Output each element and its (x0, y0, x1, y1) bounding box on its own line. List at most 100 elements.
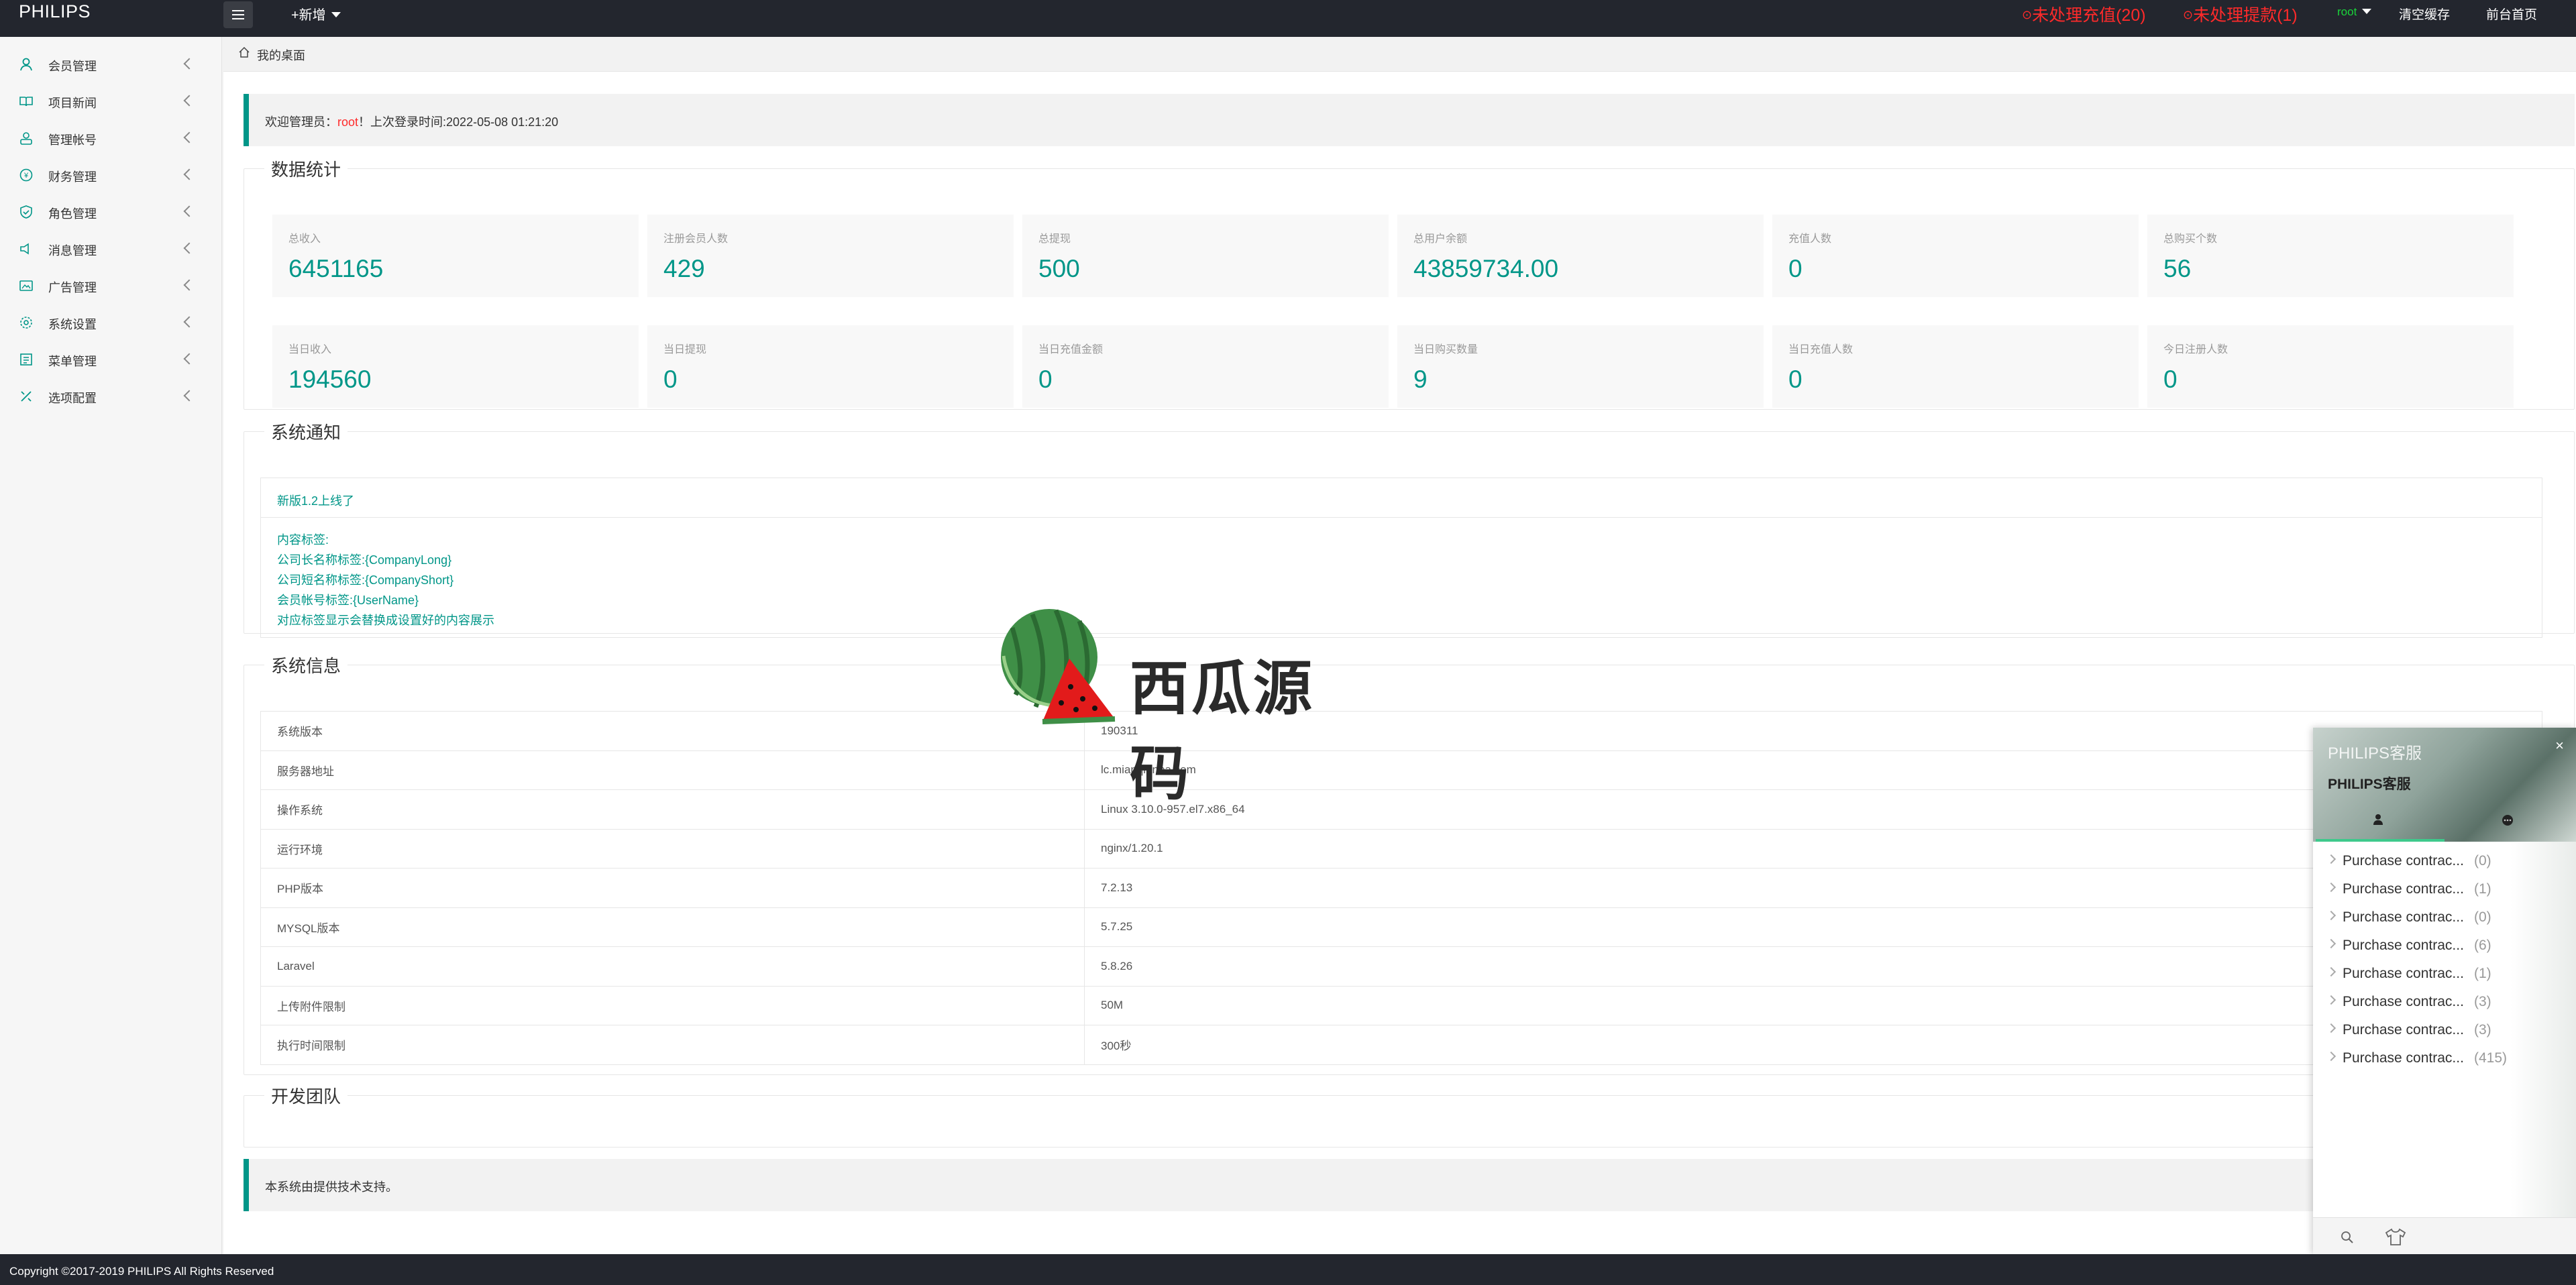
sidebar-item-admin[interactable]: 管理帐号 (0, 120, 222, 156)
sidebar-item-news[interactable]: 项目新闻 (0, 83, 222, 119)
stat-label: 当日收入 (288, 344, 332, 355)
stat-value: 43859734.00 (1413, 255, 1559, 282)
option-icon (21, 391, 32, 402)
sysinfo-key: 上传附件限制 (260, 985, 1085, 1025)
breadcrumb-label[interactable]: 我的桌面 (257, 46, 305, 64)
sidebar-item-finance[interactable]: ¥ 财务管理 (0, 157, 222, 193)
stat-label: 总购买个数 (2163, 233, 2218, 245)
chevron-right-icon (2326, 910, 2337, 921)
alert-icon: ⊙ (2183, 8, 2194, 21)
notice-line: 对应标签显示会替换成设置好的内容展示 (277, 614, 494, 627)
stat-label: 当日购买数量 (1413, 344, 1479, 355)
user-dropdown[interactable]: root (2337, 5, 2372, 19)
frontend-home-link[interactable]: 前台首页 (2486, 5, 2537, 23)
table-row: 服务器地址 lc.mianqianba.com (260, 750, 2542, 790)
notice-headline[interactable]: 新版1.2上线了 (277, 492, 354, 509)
sidebar-item-label: 管理帐号 (48, 133, 97, 147)
contact-count: (3) (2474, 1022, 2491, 1038)
list-item[interactable]: Purchase contrac... (6) (2313, 930, 2576, 958)
menu-toggle-button[interactable] (223, 1, 253, 28)
welcome-prefix: 欢迎管理员： (265, 115, 337, 129)
book-icon (19, 97, 33, 107)
contact-count: (0) (2474, 853, 2491, 869)
chevron-left-icon (183, 242, 195, 254)
list-item[interactable]: Purchase contrac... (3) (2313, 986, 2576, 1014)
sysinfo-title: 系统信息 (271, 656, 341, 676)
table-row: 系统版本 190311 (260, 711, 2542, 751)
sidebar-item-ad[interactable]: 广告管理 (0, 268, 222, 304)
stat-card: 当日购买数量 9 (1397, 325, 1764, 408)
list-item[interactable]: Purchase contrac... (0) (2313, 901, 2576, 930)
add-new-dropdown[interactable]: +新增 (291, 4, 341, 23)
contact-name: Purchase contrac... (2343, 994, 2464, 1009)
stat-card: 总购买个数 56 (2147, 215, 2514, 297)
sysinfo-key: 操作系统 (260, 789, 1085, 830)
stat-value: 0 (1788, 366, 1803, 393)
chevron-left-icon (183, 168, 195, 180)
list-item[interactable]: Purchase contrac... (1) (2313, 958, 2576, 986)
sidebar-item-settings[interactable]: 系统设置 (0, 304, 222, 341)
stat-value: 0 (663, 366, 678, 393)
pending-recharge-link[interactable]: ⊙未处理充值(20) (2022, 2, 2146, 26)
stat-value: 0 (2163, 366, 2178, 393)
list-item[interactable]: Purchase contrac... (0) (2313, 845, 2576, 873)
sysinfo-panel: 系统信息 系统版本 190311 服务器地址 lc.mianqianba.com 操… (244, 653, 2575, 1075)
caret-down-icon (2362, 9, 2372, 14)
footer: Copyright ©2017-2019 PHILIPS All Rights … (0, 1254, 2576, 1285)
sidebar-item-member[interactable]: 会员管理 (0, 46, 222, 82)
sidebar-item-role[interactable]: 角色管理 (0, 194, 222, 230)
search-icon[interactable] (2340, 1230, 2355, 1245)
table-row: 操作系统 Linux 3.10.0-957.el7.x86_64 (260, 789, 2542, 830)
pending-withdraw-link[interactable]: ⊙未处理提款(1) (2183, 2, 2298, 26)
stats-panel: 数据统计 总收入 6451165 注册会员人数 429 总提现 500 总用户余额 43… (244, 156, 2575, 410)
welcome-text: 欢迎管理员：root！上次登录时间:2022-05-08 01:21:20 (265, 113, 558, 130)
sysinfo-key: 系统版本 (260, 711, 1085, 751)
sidebar-item-message[interactable]: 消息管理 (0, 231, 222, 267)
sidebar-item-options[interactable]: 选项配置 (0, 378, 222, 414)
copyright-text: Copyright ©2017-2019 PHILIPS All Rights … (9, 1265, 274, 1278)
contacts-tab-icon[interactable] (2372, 814, 2384, 826)
stat-value: 56 (2163, 255, 2192, 282)
ad-icon (19, 280, 33, 291)
welcome-user: root (337, 115, 359, 129)
admin-icon (20, 132, 32, 145)
list-item[interactable]: Purchase contrac... (415) (2313, 1042, 2576, 1070)
list-item[interactable]: Purchase contrac... (3) (2313, 1014, 2576, 1042)
stat-card: 今日注册人数 0 (2147, 325, 2514, 408)
contact-name: Purchase contrac... (2343, 938, 2464, 953)
chat-bubble-icon[interactable] (2501, 814, 2514, 827)
notice-headline-row[interactable]: 新版1.2上线了 (260, 478, 2542, 518)
sidebar-item-label: 消息管理 (48, 244, 97, 258)
chevron-right-icon (2326, 854, 2337, 864)
stat-label: 总提现 (1038, 233, 1071, 245)
stat-card: 总收入 6451165 (272, 215, 639, 297)
sidebar-item-label: 菜单管理 (48, 355, 97, 368)
skin-icon[interactable] (2384, 1227, 2407, 1246)
chevron-left-icon (183, 316, 195, 328)
notice-line: 公司短名称标签:{CompanyShort} (277, 573, 454, 587)
sidebar: 会员管理 项目新闻 管理帐号 ¥ 财务管理 角色管理 消息管理 广告管理 系统设… (0, 37, 222, 1254)
sidebar-item-label: 系统设置 (48, 318, 97, 331)
chevron-left-icon (183, 390, 195, 402)
list-item[interactable]: Purchase contrac... (1) (2313, 873, 2576, 901)
chevron-left-icon (183, 95, 195, 107)
home-icon (239, 46, 250, 58)
table-row: 运行环境 nginx/1.20.1 (260, 828, 2542, 869)
hamburger-line (232, 10, 244, 11)
sidebar-item-label: 角色管理 (48, 207, 97, 221)
stat-label: 当日提现 (663, 344, 707, 355)
sysinfo-key: 运行环境 (260, 828, 1085, 869)
sidebar-item-menu[interactable]: 菜单管理 (0, 341, 222, 378)
chevron-right-icon (2326, 938, 2337, 949)
sidebar-item-label: 选项配置 (48, 392, 97, 405)
chevron-left-icon (183, 58, 195, 70)
close-icon[interactable]: × (2555, 737, 2564, 755)
top-header: PHILIPS +新增 ⊙未处理充值(20) ⊙未处理提款(1) root 清空… (0, 0, 2576, 37)
clear-cache-link[interactable]: 清空缓存 (2399, 5, 2450, 23)
stat-card: 注册会员人数 429 (647, 215, 1014, 297)
chat-title: PHILIPS客服 (2328, 744, 2422, 763)
watermark-text: 西瓜源码 (1130, 654, 1316, 808)
alert-icon: ⊙ (2022, 8, 2033, 21)
add-new-label: +新增 (291, 8, 326, 23)
user-name: root (2337, 5, 2357, 18)
